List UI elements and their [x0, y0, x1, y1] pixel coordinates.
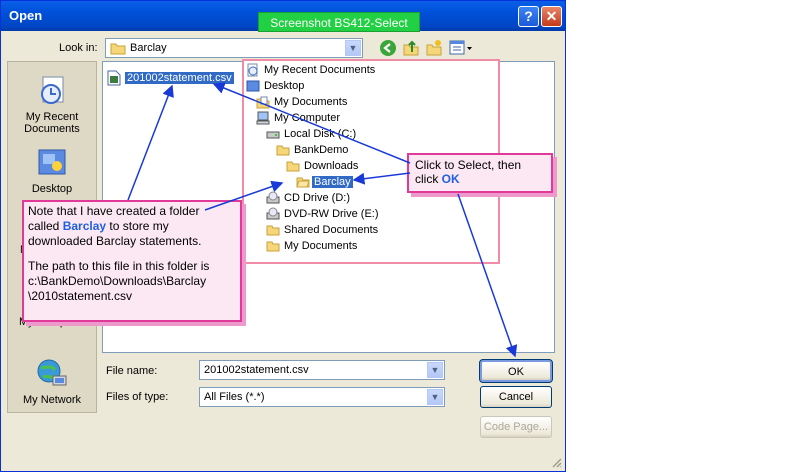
ok-button[interactable]: OK	[479, 359, 553, 383]
close-button[interactable]: ✕	[541, 6, 562, 27]
place-my-network[interactable]: My Network	[8, 357, 96, 406]
tree-item-label: DVD-RW Drive (E:)	[284, 208, 379, 220]
place-label: Desktop	[31, 183, 73, 195]
tree-item-label: Shared Documents	[284, 224, 379, 236]
back-icon[interactable]	[379, 39, 397, 57]
folder-icon	[110, 43, 126, 55]
look-in-select[interactable]: Barclay ▼	[105, 38, 363, 58]
file-type-select[interactable]: All Files (*.*) ▼	[199, 387, 445, 407]
callout-text: click OK	[415, 172, 460, 186]
callout-text: c:\BankDemo\Downloads\Barclay	[28, 274, 207, 288]
file-type-label: Files of type:	[106, 391, 169, 403]
callout-text: The path to this file in this folder is	[28, 259, 210, 273]
callout-text: \2010statement.csv	[28, 289, 133, 303]
view-menu-icon[interactable]	[449, 39, 473, 57]
tree-item-label: CD Drive (D:)	[284, 192, 350, 204]
callout-text: called Barclay to store my	[28, 219, 169, 233]
tree-item-label: Desktop	[264, 80, 305, 92]
place-label: Documents	[24, 123, 80, 135]
folder-icon	[266, 225, 280, 236]
new-folder-icon[interactable]	[425, 39, 443, 57]
cd-drive-icon	[266, 191, 280, 204]
recent-docs-icon	[35, 74, 69, 108]
code-page-button[interactable]: Code Page...	[480, 416, 552, 438]
hard-disk-icon	[266, 131, 280, 139]
callout-text: downloaded Barclay statements.	[28, 234, 202, 248]
tree-item-label: My Computer	[274, 112, 341, 124]
file-type-value: All Files (*.*)	[204, 391, 265, 403]
folder-icon	[276, 145, 290, 156]
dvd-drive-icon	[266, 207, 280, 220]
recent-docs-icon	[247, 63, 258, 77]
file-name-value: 201002statement.csv	[204, 364, 309, 376]
desktop-icon	[35, 146, 69, 180]
look-in-value: Barclay	[130, 42, 167, 54]
my-network-icon	[35, 357, 69, 391]
place-my-recent-documents[interactable]: My Recent Documents	[8, 74, 96, 135]
file-name-text: 201002statement.csv	[125, 72, 234, 84]
place-label: My Recent	[25, 111, 79, 123]
tree-item-label: Barclay	[312, 176, 353, 188]
tree-item-label: My Recent Documents	[264, 64, 376, 76]
open-folder-icon	[296, 177, 310, 188]
file-name-label: File name:	[106, 365, 158, 377]
screenshot-banner: Screenshot BS412-Select	[258, 12, 420, 32]
place-desktop[interactable]: Desktop	[8, 146, 96, 195]
chevron-down-icon[interactable]: ▼	[427, 362, 443, 378]
tree-item-label: Downloads	[304, 160, 359, 172]
cancel-button[interactable]: Cancel	[480, 386, 552, 408]
tree-item-label: My Documents	[274, 96, 348, 108]
callout-text: Click to Select, then	[415, 158, 522, 172]
my-documents-icon	[256, 96, 270, 109]
folder-icon	[286, 161, 300, 172]
my-computer-icon	[256, 111, 270, 125]
look-in-label: Look in:	[59, 42, 98, 54]
select-callout: Click to Select, then click OK	[407, 153, 553, 193]
file-name-input[interactable]: 201002statement.csv ▼	[199, 360, 445, 380]
note-callout: Note that I have created a folder called…	[22, 200, 242, 322]
chevron-down-icon[interactable]: ▼	[427, 389, 443, 405]
resize-grip-icon[interactable]	[550, 456, 562, 468]
desktop-icon	[246, 80, 260, 92]
callout-text: Note that I have created a folder	[28, 204, 200, 218]
up-folder-icon[interactable]	[402, 39, 420, 57]
place-label: My Network	[22, 394, 82, 406]
folder-icon	[266, 241, 280, 252]
window-title: Open	[9, 8, 43, 23]
chevron-down-icon[interactable]: ▼	[345, 40, 361, 56]
tree-item-label: Local Disk (C:)	[284, 128, 357, 140]
tree-item-label: My Documents	[284, 240, 358, 252]
help-button[interactable]: ?	[518, 6, 539, 27]
csv-file-icon	[107, 70, 121, 86]
tree-item-label: BankDemo	[294, 144, 349, 156]
